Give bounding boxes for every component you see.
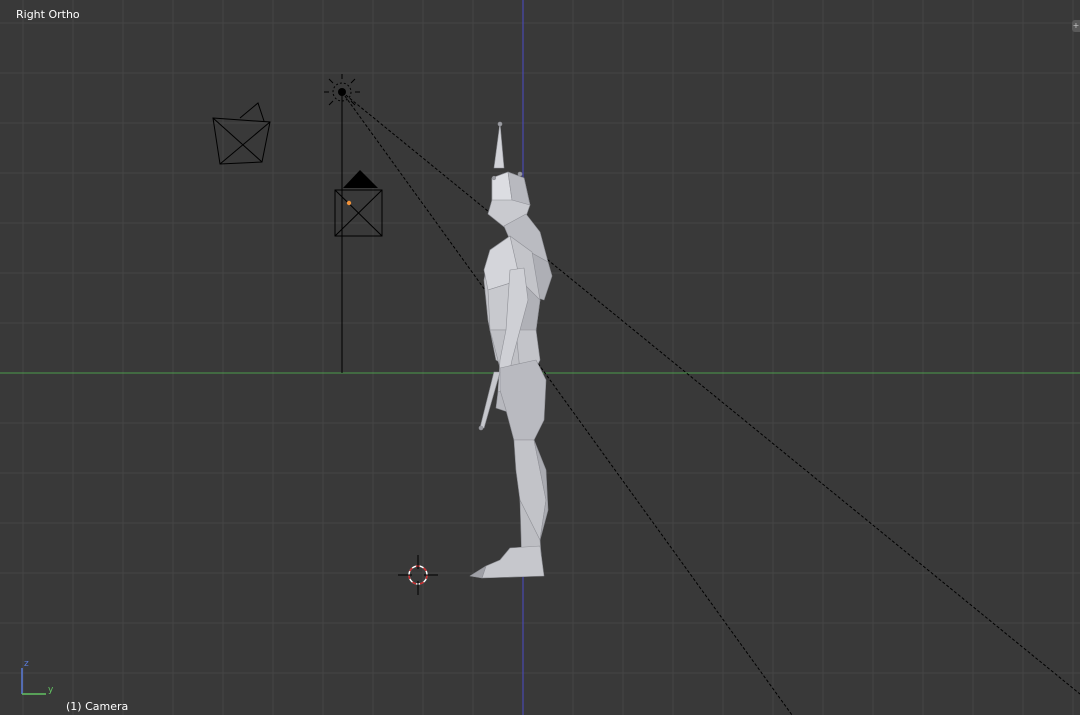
camera-origin-dot: [346, 200, 352, 206]
camera-outline-icon[interactable]: [212, 102, 271, 165]
3d-cursor-icon: [398, 555, 438, 595]
character-mesh[interactable]: [469, 121, 553, 579]
axis-gizmo-icon: [21, 668, 46, 695]
floor-grid: [0, 0, 1080, 715]
region-expand-button[interactable]: +: [1072, 20, 1080, 32]
active-object-label: (1) Camera: [66, 700, 129, 713]
viewport-scene[interactable]: [0, 0, 1080, 715]
gizmo-y-label: y: [48, 685, 54, 695]
view-mode-label: Right Ortho: [16, 8, 80, 21]
3d-viewport[interactable]: Right Ortho (1) Camera z y +: [0, 0, 1080, 715]
lamp-spot-line: [341, 91, 793, 715]
gizmo-z-label: z: [24, 659, 29, 669]
